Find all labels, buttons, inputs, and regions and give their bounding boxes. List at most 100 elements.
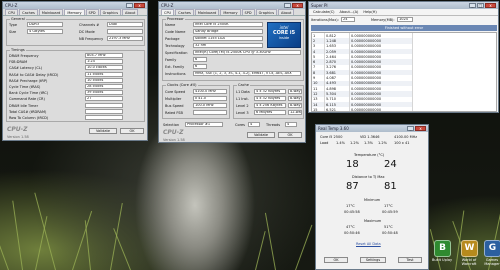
- tab-graphics[interactable]: Graphics: [99, 9, 122, 15]
- timing-label: Total CAS# (tRDRAM): [9, 109, 47, 114]
- title-bar[interactable]: CPU-Z _ x: [159, 2, 305, 9]
- grass-blade: [12, 200, 23, 270]
- realtemp-window[interactable]: Real Temp 3.60 _ x Core i5 2500 VID 1.36…: [315, 124, 429, 270]
- minimize-button[interactable]: _: [126, 3, 133, 8]
- group-label: Processor: [166, 17, 185, 21]
- menu-bar: Calculate(C) About...(A) Help(H): [309, 9, 498, 16]
- tab-memory[interactable]: Memory: [64, 9, 85, 15]
- memory-field[interactable]: 1024: [397, 17, 413, 22]
- cpuz-memory-window[interactable]: CPU-Z _ x CPU Caches Mainboard Memory SPD Gra…: [2, 1, 148, 141]
- timing-value: [85, 102, 123, 108]
- tab-mainboard[interactable]: Mainboard: [194, 9, 220, 15]
- tab-caches[interactable]: Caches: [175, 9, 194, 15]
- menu-item[interactable]: About...(A): [338, 9, 361, 15]
- minimize-button[interactable]: _: [284, 3, 291, 8]
- core1-temp: 24: [384, 159, 397, 170]
- close-button[interactable]: x: [134, 3, 145, 8]
- desktop-shortcut-icon[interactable]: W: [461, 240, 478, 257]
- tab-graphics[interactable]: Graphics: [255, 9, 278, 15]
- tab-spd[interactable]: SPD: [241, 9, 255, 15]
- maximize-button[interactable]: □: [477, 3, 484, 8]
- desktop-shortcut-icon[interactable]: B: [434, 240, 451, 257]
- ok-button[interactable]: OK: [120, 128, 144, 134]
- row-index: 15: [312, 107, 325, 111]
- menu-item[interactable]: Calculate(C): [311, 9, 337, 15]
- timing-label: Command Rate (CR): [9, 97, 45, 102]
- desktop-shortcut-icon[interactable]: G: [484, 240, 500, 257]
- tab-spd[interactable]: SPD: [85, 9, 99, 15]
- tab-caches[interactable]: Caches: [19, 9, 38, 15]
- title-bar[interactable]: CPU-Z _ x: [3, 2, 147, 9]
- cache-value: 6 MBytes: [254, 110, 286, 115]
- iterations-field[interactable]: 24: [341, 17, 355, 22]
- desktop-shortcut-label[interactable]: Games Manager: [480, 258, 500, 266]
- clock-label: Multiplier: [165, 97, 182, 101]
- package-label: Package: [165, 37, 180, 41]
- validate-button[interactable]: Validate: [247, 132, 275, 138]
- results-table[interactable]: 1 0.812 0.000000000000 2 1.248 0.000000000000…: [311, 32, 497, 112]
- toolbar: Iterations(Max): 24 Memory(MB): 1024: [311, 17, 497, 24]
- specification-label: Specification: [165, 51, 188, 55]
- selection-dropdown[interactable]: Processor #1: [185, 122, 223, 127]
- cache-label: L1 Inst.: [236, 97, 249, 101]
- grass-blade: [113, 228, 131, 270]
- core-load: 1.2%: [378, 141, 387, 145]
- desktop-shortcut-label[interactable]: Bukit Uplay: [430, 258, 454, 262]
- cache-ways: 12-way: [288, 110, 302, 115]
- tab-mainboard[interactable]: Mainboard: [38, 9, 64, 15]
- table-row[interactable]: 15 6.521 0.000000000000: [312, 107, 413, 111]
- icon-glyph: G: [488, 243, 497, 253]
- grass-blade: [295, 224, 313, 270]
- group-label: Clocks (Core #0): [166, 83, 198, 87]
- tab-about[interactable]: About: [122, 9, 139, 15]
- cpuz-logo: CPU-Z: [7, 126, 28, 133]
- icon-glyph: W: [464, 243, 475, 253]
- clock-value: [193, 110, 227, 115]
- specification-value: Intel(R) Core(TM) i5-2500K CPU @ 3.30GHz: [193, 50, 301, 55]
- timing-label: DRAM Idle Timer: [9, 103, 39, 108]
- title-bar[interactable]: Real Temp 3.60 _ x: [316, 125, 428, 132]
- memory-label: Memory(MB):: [371, 18, 395, 22]
- tab-about[interactable]: About: [278, 9, 295, 15]
- ok-button[interactable]: OK: [324, 257, 348, 263]
- threads-label: Threads: [266, 123, 281, 127]
- tab-memory[interactable]: Memory: [220, 9, 241, 15]
- row-value: 0.000000000000: [349, 107, 413, 111]
- window-title: CPU-Z: [161, 3, 174, 8]
- tab-cpu[interactable]: CPU: [161, 9, 175, 15]
- validate-button[interactable]: Validate: [89, 128, 117, 134]
- group-label: General: [10, 17, 26, 21]
- cache-value: 4 x 32 KBytes: [254, 89, 286, 94]
- name-value: Intel Core i5 2500K: [193, 22, 263, 27]
- tab-bar: CPU Caches Mainboard Memory SPD Graphics About: [3, 9, 147, 16]
- minimize-button[interactable]: _: [469, 3, 476, 8]
- title-bar[interactable]: Super PI _ □ x: [309, 2, 498, 9]
- tab-cpu[interactable]: CPU: [5, 9, 19, 15]
- cache-ways: 8-way: [288, 103, 302, 108]
- window-title: Super PI: [311, 3, 328, 8]
- max-time-2: 00:50:48: [382, 231, 398, 235]
- instructions-value: MMX, SSE (1, 2, 3, 3S, 4.1, 4.2), EM64T,…: [193, 71, 301, 76]
- dc-mode-label: DC Mode: [79, 30, 95, 34]
- tab-bar: CPU Caches Mainboard Memory SPD Graphics About: [159, 9, 305, 16]
- max-temp: 47°C: [346, 225, 355, 229]
- cache-label: L1 Data: [236, 90, 250, 94]
- superpi-window[interactable]: Super PI _ □ x Calculate(C) About...(A) He…: [308, 1, 499, 113]
- threads-value: 4: [285, 122, 297, 127]
- version-label: Version 1.58: [163, 138, 185, 142]
- menu-item[interactable]: Help(H): [361, 9, 378, 15]
- settings-button[interactable]: Settings: [360, 257, 386, 263]
- close-button[interactable]: x: [415, 126, 426, 131]
- min-time-2: 00:45:59: [382, 210, 398, 214]
- close-button[interactable]: x: [485, 3, 496, 8]
- core0-distance: 87: [346, 181, 359, 192]
- timing-label: FSB:DRAM: [9, 60, 28, 65]
- close-button[interactable]: x: [292, 3, 303, 8]
- reset-all-link[interactable]: Reset All Data: [356, 242, 381, 246]
- grass-blade: [264, 212, 276, 270]
- minimize-button[interactable]: _: [407, 126, 414, 131]
- cpuz-cpu-window[interactable]: CPU-Z _ x CPU Caches Mainboard Memory SPD Gra…: [158, 1, 306, 143]
- desktop-shortcut-label[interactable]: World of Warcraft: [457, 258, 481, 266]
- test-button[interactable]: Test: [398, 257, 422, 263]
- ok-button[interactable]: OK: [278, 132, 302, 138]
